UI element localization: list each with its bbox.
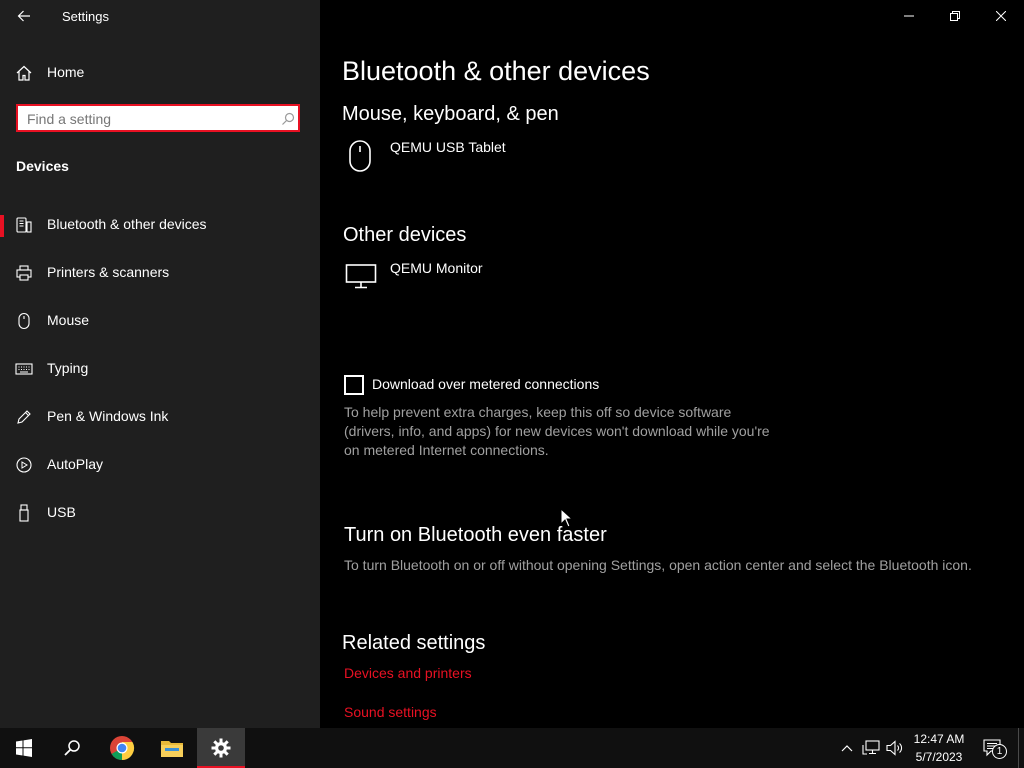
network-icon[interactable] [860, 738, 882, 758]
clock[interactable]: 12:47 AM 5/7/2023 [908, 730, 970, 766]
search-icon[interactable] [280, 111, 296, 127]
section-heading-related-settings: Related settings [342, 632, 486, 654]
home-icon [14, 63, 34, 83]
sidebar-item-label: Home [47, 64, 85, 80]
window-title: Settings [62, 9, 109, 24]
sidebar-item-label: Mouse [47, 312, 90, 328]
metered-connections-label[interactable]: Download over metered connections [372, 376, 599, 392]
device-item-qemu-monitor[interactable]: QEMU Monitor [342, 257, 642, 297]
metered-description: To help prevent extra charges, keep this… [344, 404, 770, 458]
bluetooth-faster-description: To turn Bluetooth on or off without open… [344, 557, 972, 573]
action-center-button[interactable]: 1 [978, 736, 1008, 760]
sidebar-item-label: Printers & scanners [47, 264, 170, 280]
sidebar-item-label: AutoPlay [47, 456, 104, 472]
show-desktop-button[interactable] [1018, 728, 1024, 768]
main-content: Bluetooth & other devices Mouse, keyboar… [320, 0, 1024, 728]
devices-and-printers-link[interactable]: Devices and printers [344, 665, 472, 681]
mouse-icon [14, 311, 34, 331]
sidebar-item-label: Typing [47, 360, 89, 376]
sidebar-item-mouse[interactable]: Mouse [0, 301, 320, 341]
notification-count: 1 [996, 745, 1003, 757]
settings-taskbar-button[interactable] [197, 728, 245, 768]
restore-button[interactable] [932, 0, 978, 32]
section-heading-mouse-keyboard-pen: Mouse, keyboard, & pen [342, 103, 559, 125]
settings-icon [211, 738, 231, 758]
search-input[interactable] [27, 110, 272, 128]
sound-settings-link[interactable]: Sound settings [344, 704, 437, 720]
keyboard-icon [14, 359, 34, 379]
section-title: Devices [16, 158, 69, 174]
sidebar-item-printers[interactable]: Printers & scanners [0, 253, 320, 293]
selected-indicator [0, 215, 4, 237]
sidebar-item-bluetooth[interactable]: Bluetooth & other devices [0, 205, 320, 245]
taskbar: 12:47 AM 5/7/2023 1 [0, 728, 1024, 768]
taskbar-search-button[interactable] [48, 728, 96, 768]
volume-icon[interactable] [884, 738, 906, 758]
chrome-icon [110, 736, 135, 760]
clock-date: 5/7/2023 [915, 750, 963, 764]
sidebar-item-typing[interactable]: Typing [0, 349, 320, 389]
mouse-cursor-icon [560, 508, 572, 528]
restore-icon [950, 11, 960, 21]
sidebar-item-label: USB [47, 504, 76, 520]
device-item-qemu-usb-tablet[interactable]: QEMU USB Tablet [342, 136, 642, 176]
sidebar-item-autoplay[interactable]: AutoPlay [0, 445, 320, 485]
notification-badge: 1 [992, 744, 1007, 759]
mouse-icon [347, 139, 373, 173]
start-button[interactable] [0, 728, 48, 768]
sidebar: Settings Home Devices Bluetooth & other … [0, 0, 320, 728]
usb-icon [14, 503, 34, 523]
sidebar-item-label: Bluetooth & other devices [47, 216, 207, 232]
metered-connections-checkbox[interactable] [344, 375, 364, 395]
search-icon [64, 740, 80, 756]
chevron-up-icon [841, 745, 853, 752]
chrome-button[interactable] [98, 728, 146, 768]
bluetooth-devices-icon [14, 215, 34, 235]
sidebar-item-usb[interactable]: USB [0, 493, 320, 533]
back-arrow-icon [17, 10, 30, 22]
clock-time: 12:47 AM [913, 732, 965, 746]
sidebar-item-pen[interactable]: Pen & Windows Ink [0, 397, 320, 437]
section-heading-other-devices: Other devices [343, 224, 467, 246]
monitor-icon [344, 261, 378, 291]
show-hidden-icons-button[interactable] [838, 738, 856, 758]
close-button[interactable] [978, 0, 1024, 32]
pen-icon [14, 407, 34, 427]
sidebar-item-home[interactable]: Home [0, 53, 320, 93]
page-title: Bluetooth & other devices [342, 56, 650, 86]
minimize-button[interactable] [886, 0, 932, 32]
file-explorer-button[interactable] [148, 728, 196, 768]
autoplay-icon [14, 455, 34, 475]
back-button[interactable] [8, 0, 40, 32]
printer-icon [14, 263, 34, 283]
start-icon [16, 739, 32, 757]
close-icon [996, 11, 1006, 21]
search-field[interactable] [16, 104, 300, 132]
device-name: QEMU USB Tablet [390, 139, 506, 155]
minimize-icon [904, 15, 914, 17]
device-name: QEMU Monitor [390, 260, 483, 276]
file-explorer-icon [161, 741, 183, 757]
sidebar-item-label: Pen & Windows Ink [47, 408, 169, 424]
